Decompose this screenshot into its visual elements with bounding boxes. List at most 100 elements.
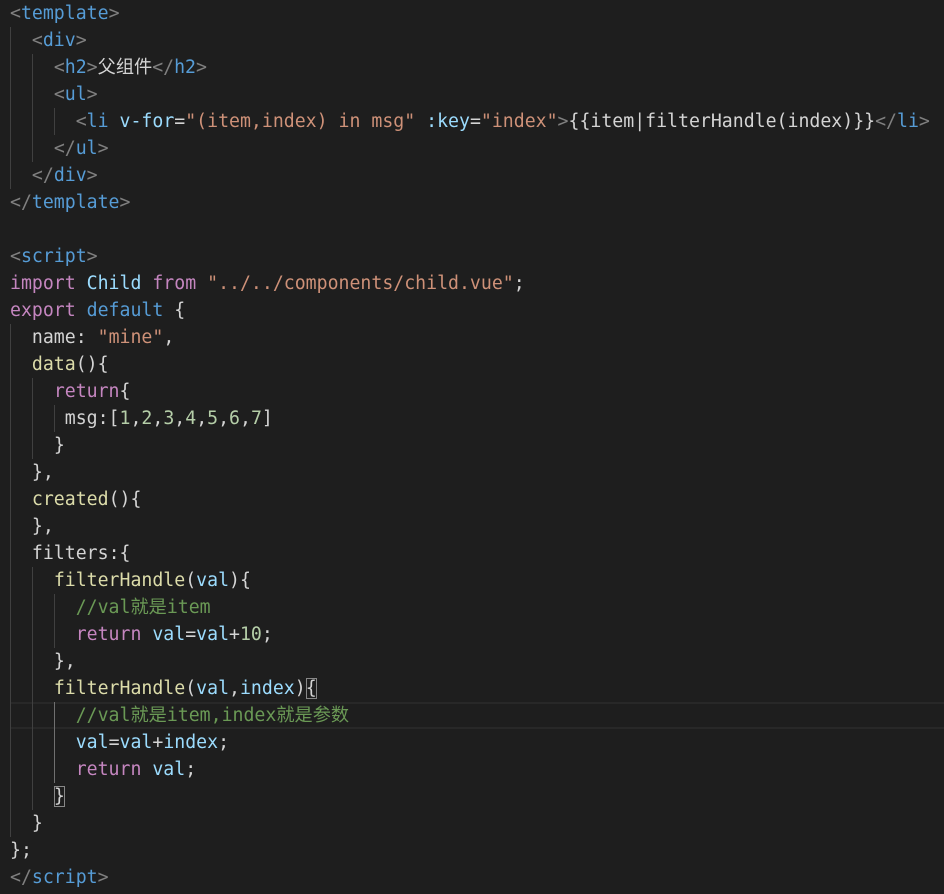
matched-bracket: { xyxy=(305,678,317,699)
variable-token: index xyxy=(163,732,219,753)
code-line[interactable]: }; xyxy=(0,837,944,864)
tag-bracket-token: > xyxy=(97,867,109,888)
plain-text-token: :{ xyxy=(108,543,131,564)
plain-text-token: { xyxy=(119,381,131,402)
code-line[interactable]: }, xyxy=(0,648,944,675)
code-line[interactable]: filterHandle(val){ xyxy=(0,567,944,594)
tag-bracket-token: > xyxy=(97,138,109,159)
tag-bracket-token: </ xyxy=(152,57,175,78)
tag-name-token: script xyxy=(20,246,87,267)
number-token: 5 xyxy=(207,408,219,429)
tag-bracket-token: </ xyxy=(10,867,32,888)
number-token: 1 xyxy=(119,408,131,429)
tag-bracket-token: </ xyxy=(31,165,54,186)
tag-bracket-token: > xyxy=(108,3,120,24)
keyword-token: return xyxy=(75,759,142,780)
plain-text-token: ){ xyxy=(229,570,251,591)
plain-text-token: , xyxy=(196,408,208,429)
code-line[interactable]: return{ xyxy=(0,378,944,405)
code-line[interactable]: } xyxy=(0,810,944,837)
tag-name-token: h2 xyxy=(174,57,197,78)
number-token: 2 xyxy=(141,408,153,429)
plain-text-token: ; xyxy=(185,759,197,780)
tag-bracket-token: > xyxy=(86,84,98,105)
code-line[interactable]: msg:[1,2,3,4,5,6,7] xyxy=(0,405,944,432)
code-line[interactable]: </script> xyxy=(0,864,944,891)
number-token: 7 xyxy=(250,408,262,429)
plain-text-token: (){ xyxy=(75,354,109,375)
code-line[interactable]: </ul> xyxy=(0,135,944,162)
code-line[interactable]: <script> xyxy=(0,243,944,270)
code-line[interactable]: //val就是item xyxy=(0,594,944,621)
keyword-token: return xyxy=(75,624,142,645)
code-line[interactable]: } xyxy=(0,783,944,810)
plain-text-token: + xyxy=(152,732,164,753)
code-line[interactable]: </div> xyxy=(0,162,944,189)
tag-name-token: div xyxy=(42,30,76,51)
attribute-name-token: :key xyxy=(426,111,470,132)
keyword-token: from xyxy=(152,273,197,294)
code-line[interactable]: //val就是item,index就是参数 xyxy=(0,702,944,729)
code-line[interactable]: }, xyxy=(0,459,944,486)
variable-token: val xyxy=(152,624,186,645)
code-line[interactable]: return val=val+10; xyxy=(0,621,944,648)
code-line[interactable]: filters:{ xyxy=(0,540,944,567)
string-token: "../../components/child.vue" xyxy=(207,273,514,294)
plain-text-token: + xyxy=(229,624,240,645)
tag-bracket-token: > xyxy=(119,192,131,213)
tag-name-token: div xyxy=(53,165,87,186)
code-line[interactable]: <li v-for="(item,index) in msg" :key="in… xyxy=(0,108,944,135)
tag-bracket-token: > xyxy=(75,30,87,51)
tag-bracket-token: > xyxy=(196,57,207,78)
tag-bracket-token: < xyxy=(75,111,87,132)
plain-text-token: ; xyxy=(513,273,525,294)
matched-bracket: } xyxy=(53,786,65,807)
plain-text-token: { xyxy=(163,300,186,321)
code-line[interactable]: filterHandle(val,index){ xyxy=(0,675,944,702)
code-line[interactable]: } xyxy=(0,432,944,459)
code-line[interactable] xyxy=(0,216,944,243)
code-line[interactable]: import Child from "../../components/chil… xyxy=(0,270,944,297)
plain-text-token: ; xyxy=(261,624,273,645)
plain-text-token: }; xyxy=(10,840,32,861)
plain-text-token: = xyxy=(469,111,481,132)
code-line[interactable]: </template> xyxy=(0,189,944,216)
code-line[interactable]: }, xyxy=(0,513,944,540)
plain-text-token: , xyxy=(130,408,142,429)
code-line[interactable]: data(){ xyxy=(0,351,944,378)
plain-text-token: ) xyxy=(294,678,306,699)
code-line[interactable]: <h2>父组件</h2> xyxy=(0,54,944,81)
code-line[interactable]: <ul> xyxy=(0,81,944,108)
code-editor[interactable]: <template> <div> <h2>父组件</h2> <ul> <li v… xyxy=(0,0,944,894)
plain-text-token: :[ xyxy=(97,408,120,429)
number-token: 6 xyxy=(229,408,240,429)
variable-token: val xyxy=(196,624,230,645)
code-line[interactable]: val=val+index; xyxy=(0,729,944,756)
tag-bracket-token: > xyxy=(86,57,98,78)
plain-text-token: = xyxy=(185,624,197,645)
code-line[interactable]: <div> xyxy=(0,27,944,54)
code-line[interactable]: <template> xyxy=(0,0,944,27)
string-token: "(item,index) in msg" xyxy=(185,111,416,132)
variable-token: val xyxy=(119,732,153,753)
code-line[interactable]: export default { xyxy=(0,297,944,324)
variable-token: Child xyxy=(86,273,142,294)
code-line[interactable]: name: "mine", xyxy=(0,324,944,351)
code-line[interactable]: created(){ xyxy=(0,486,944,513)
plain-text-token: (){ xyxy=(108,489,142,510)
code-line[interactable]: return val; xyxy=(0,756,944,783)
plain-text-token: }, xyxy=(53,651,76,672)
